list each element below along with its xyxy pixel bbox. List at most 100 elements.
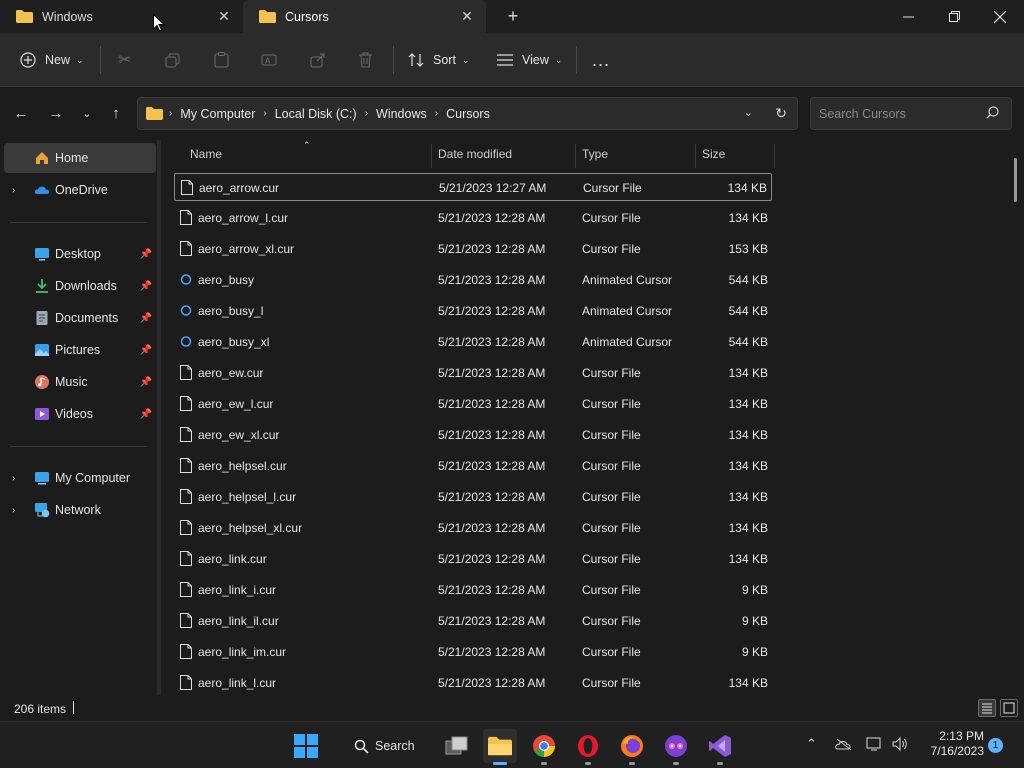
chevron-right-icon[interactable]: › bbox=[365, 108, 368, 119]
column-resizer[interactable] bbox=[774, 144, 775, 168]
new-tab-button[interactable]: + bbox=[503, 6, 523, 26]
sidebar-item-pictures[interactable]: Pictures 📌 bbox=[4, 335, 156, 365]
restore-button[interactable] bbox=[931, 0, 977, 33]
sidebar-item-home[interactable]: Home bbox=[4, 143, 156, 173]
close-window-button[interactable] bbox=[977, 0, 1023, 33]
search-input[interactable]: Search Cursors bbox=[810, 97, 1012, 130]
rename-icon: A bbox=[261, 54, 277, 66]
vertical-scrollbar[interactable] bbox=[1014, 158, 1017, 202]
column-header-date[interactable]: Date modified bbox=[438, 140, 512, 168]
tab-cursors[interactable]: Cursors ✕ bbox=[243, 0, 486, 33]
table-row[interactable]: aero_link_i.cur 5/21/2023 12:28 AM Cursor … bbox=[174, 576, 772, 604]
task-view-button[interactable] bbox=[440, 729, 474, 763]
minimize-button[interactable] bbox=[885, 0, 931, 33]
document-icon bbox=[36, 311, 48, 325]
restore-icon bbox=[948, 11, 960, 22]
copy-button[interactable] bbox=[165, 33, 180, 87]
breadcrumb-windows[interactable]: Windows bbox=[376, 107, 427, 121]
table-row[interactable]: aero_busy 5/21/2023 12:28 AM Animated Curs… bbox=[174, 266, 772, 294]
rename-button[interactable]: A bbox=[261, 33, 277, 87]
file-date: 5/21/2023 12:28 AM bbox=[438, 335, 546, 349]
breadcrumb-cursors[interactable]: Cursors bbox=[446, 107, 490, 121]
more-options-button[interactable]: ... bbox=[592, 33, 610, 87]
file-size: 134 KB bbox=[728, 490, 768, 504]
table-row[interactable]: aero_helpsel_xl.cur 5/21/2023 12:28 AM Cur… bbox=[174, 514, 772, 542]
sidebar-item-downloads[interactable]: Downloads 📌 bbox=[4, 271, 156, 301]
address-bar[interactable]: › My Computer › Local Disk (C:) › Window… bbox=[137, 97, 798, 130]
chevron-right-icon[interactable]: › bbox=[12, 185, 15, 196]
close-tab-icon[interactable]: ✕ bbox=[460, 9, 474, 23]
notification-badge[interactable]: 1 bbox=[988, 738, 1003, 753]
breadcrumb-local-disk[interactable]: Local Disk (C:) bbox=[275, 107, 357, 121]
share-button[interactable] bbox=[310, 33, 326, 87]
show-hidden-icons-chevron[interactable]: ⌃ bbox=[806, 736, 817, 752]
sidebar-item-my-computer[interactable]: › My Computer bbox=[4, 463, 156, 493]
file-date: 5/21/2023 12:28 AM bbox=[438, 273, 546, 287]
tiles-view-icon bbox=[1003, 702, 1015, 714]
network-status-icon[interactable] bbox=[866, 736, 884, 752]
column-header-size[interactable]: Size bbox=[702, 140, 725, 168]
chevron-right-icon[interactable]: › bbox=[263, 108, 266, 119]
sidebar-item-documents[interactable]: Documents 📌 bbox=[4, 303, 156, 333]
new-button[interactable]: New ⌄ bbox=[20, 33, 84, 87]
chevron-right-icon[interactable]: › bbox=[12, 473, 15, 484]
chevron-right-icon[interactable]: › bbox=[435, 108, 438, 119]
table-row[interactable]: aero_ew_xl.cur 5/21/2023 12:28 AM Cursor F… bbox=[174, 421, 772, 449]
breadcrumb-my-computer[interactable]: My Computer bbox=[180, 107, 255, 121]
table-row[interactable]: aero_link_l.cur 5/21/2023 12:28 AM Cursor … bbox=[174, 669, 772, 697]
taskbar-clock[interactable]: 2:13 PM 7/16/2023 bbox=[916, 729, 984, 759]
taskbar-search-button[interactable]: Search bbox=[344, 730, 426, 762]
column-header-name[interactable]: Name bbox=[190, 140, 222, 168]
table-row[interactable]: aero_busy_xl 5/21/2023 12:28 AM Animated C… bbox=[174, 328, 772, 356]
table-row[interactable]: aero_link.cur 5/21/2023 12:28 AM Cursor Fi… bbox=[174, 545, 772, 573]
table-row[interactable]: aero_helpsel.cur 5/21/2023 12:28 AM Cursor… bbox=[174, 452, 772, 480]
taskbar-opera[interactable] bbox=[571, 729, 605, 765]
table-row[interactable]: aero_arrow.cur 5/21/2023 12:27 AM Cursor F… bbox=[174, 173, 772, 201]
table-row[interactable]: aero_link_im.cur 5/21/2023 12:28 AM Cursor… bbox=[174, 638, 772, 666]
column-resizer[interactable] bbox=[695, 144, 696, 168]
sidebar-item-videos[interactable]: Videos 📌 bbox=[4, 399, 156, 429]
sidebar-item-network[interactable]: › Network bbox=[4, 495, 156, 525]
table-row[interactable]: aero_ew_l.cur 5/21/2023 12:28 AM Cursor Fi… bbox=[174, 390, 772, 418]
table-row[interactable]: aero_helpsel_l.cur 5/21/2023 12:28 AM Curs… bbox=[174, 483, 772, 511]
volume-icon[interactable] bbox=[892, 736, 910, 752]
table-row[interactable]: aero_arrow_l.cur 5/21/2023 12:28 AM Cursor… bbox=[174, 204, 772, 232]
table-row[interactable]: aero_arrow_xl.cur 5/21/2023 12:28 AM Curso… bbox=[174, 235, 772, 263]
column-resizer[interactable] bbox=[431, 144, 432, 168]
file-icon bbox=[181, 180, 193, 195]
taskbar-game-app[interactable] bbox=[659, 729, 693, 765]
taskbar-file-explorer[interactable] bbox=[483, 729, 517, 765]
recent-locations-button[interactable]: ⌄ bbox=[75, 101, 99, 125]
details-view-button[interactable] bbox=[978, 699, 996, 717]
large-icons-view-button[interactable] bbox=[1000, 699, 1018, 717]
forward-button[interactable]: → bbox=[44, 101, 68, 125]
sidebar-item-onedrive[interactable]: › OneDrive bbox=[4, 175, 156, 205]
column-resizer[interactable] bbox=[575, 144, 576, 168]
sort-button[interactable]: Sort ⌄ bbox=[408, 33, 469, 87]
paste-button[interactable] bbox=[214, 33, 229, 87]
back-button[interactable]: ← bbox=[9, 101, 33, 125]
tab-windows[interactable]: Windows ✕ bbox=[0, 0, 243, 33]
sidebar-item-desktop[interactable]: Desktop 📌 bbox=[4, 239, 156, 269]
view-button[interactable]: View ⌄ bbox=[497, 33, 562, 87]
refresh-icon[interactable]: ↻ bbox=[775, 105, 787, 122]
address-dropdown-icon[interactable]: ⌄ bbox=[744, 106, 753, 119]
home-icon bbox=[36, 152, 48, 164]
taskbar-chrome[interactable] bbox=[527, 729, 561, 765]
sidebar-item-music[interactable]: Music 📌 bbox=[4, 367, 156, 397]
start-button[interactable] bbox=[289, 729, 323, 763]
column-header-type[interactable]: Type bbox=[582, 140, 608, 168]
onedrive-offline-icon[interactable] bbox=[835, 737, 853, 751]
table-row[interactable]: aero_link_il.cur 5/21/2023 12:28 AM Cursor… bbox=[174, 607, 772, 635]
up-button[interactable]: ↑ bbox=[104, 101, 128, 125]
cut-button[interactable]: ✂ bbox=[118, 33, 139, 87]
file-size: 9 KB bbox=[741, 614, 768, 628]
table-row[interactable]: aero_ew.cur 5/21/2023 12:28 AM Cursor File… bbox=[174, 359, 772, 387]
table-row[interactable]: aero_busy_l 5/21/2023 12:28 AM Animated Cu… bbox=[174, 297, 772, 325]
delete-button[interactable] bbox=[358, 33, 373, 87]
chevron-right-icon[interactable]: › bbox=[12, 505, 15, 516]
taskbar-firefox[interactable] bbox=[615, 729, 649, 765]
file-name: aero_link_il.cur bbox=[198, 614, 279, 628]
close-tab-icon[interactable]: ✕ bbox=[217, 9, 231, 23]
taskbar-visual-studio[interactable] bbox=[703, 729, 737, 765]
